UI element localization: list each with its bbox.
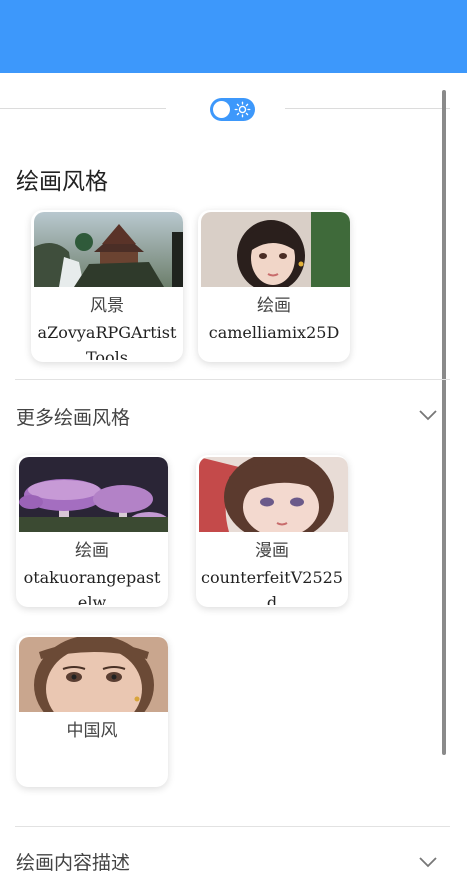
section-separator — [15, 826, 450, 827]
card-category: 绘画 — [75, 541, 109, 561]
vertical-scrollbar[interactable] — [442, 90, 446, 755]
card-model-name: aZovyaRPGArtistTools — [37, 323, 177, 360]
theme-toggle-switch[interactable] — [210, 98, 255, 121]
card-model-name: counterfeitV2525d — [201, 568, 343, 605]
toggle-knob — [213, 101, 230, 118]
style-card-landscape[interactable]: 风景 aZovyaRPGArtistTools — [31, 210, 183, 362]
collapsible-title-content-description[interactable]: 绘画内容描述 — [16, 848, 130, 875]
chevron-down-icon[interactable] — [418, 409, 438, 421]
card-thumbnail-anime-girl — [199, 457, 348, 532]
chevron-down-icon[interactable] — [418, 856, 438, 868]
card-category: 漫画 — [255, 541, 289, 561]
card-category: 绘画 — [257, 296, 291, 316]
top-header-bar — [0, 0, 467, 73]
section-separator — [15, 379, 450, 380]
style-card-painting-otaku[interactable]: 绘画 otakuorangepastelw — [16, 455, 168, 607]
collapsible-title-more-styles[interactable]: 更多绘画风格 — [16, 403, 130, 430]
style-card-painting-camellia[interactable]: 绘画 camelliamix25D — [198, 210, 350, 362]
card-category: 风景 — [90, 296, 124, 316]
section-title-painting-style: 绘画风格 — [16, 169, 108, 195]
style-card-chinese-style[interactable]: 中国风 — [16, 635, 168, 787]
card-model-name: otakuorangepastelw — [23, 568, 161, 605]
card-thumbnail-mushrooms — [19, 457, 168, 532]
card-thumbnail-portrait-girl — [201, 212, 350, 287]
card-category: 中国风 — [66, 721, 118, 741]
card-model-name: camelliamix25D — [208, 323, 340, 342]
card-model-name — [19, 745, 165, 785]
card-thumbnail-landscape — [34, 212, 183, 287]
style-card-manga-counterfeit[interactable]: 漫画 counterfeitV2525d — [196, 455, 348, 607]
sun-icon — [234, 101, 251, 118]
card-thumbnail-chinese-portrait — [19, 637, 168, 712]
divider-line-left — [0, 108, 166, 109]
divider-line-right — [285, 108, 450, 109]
